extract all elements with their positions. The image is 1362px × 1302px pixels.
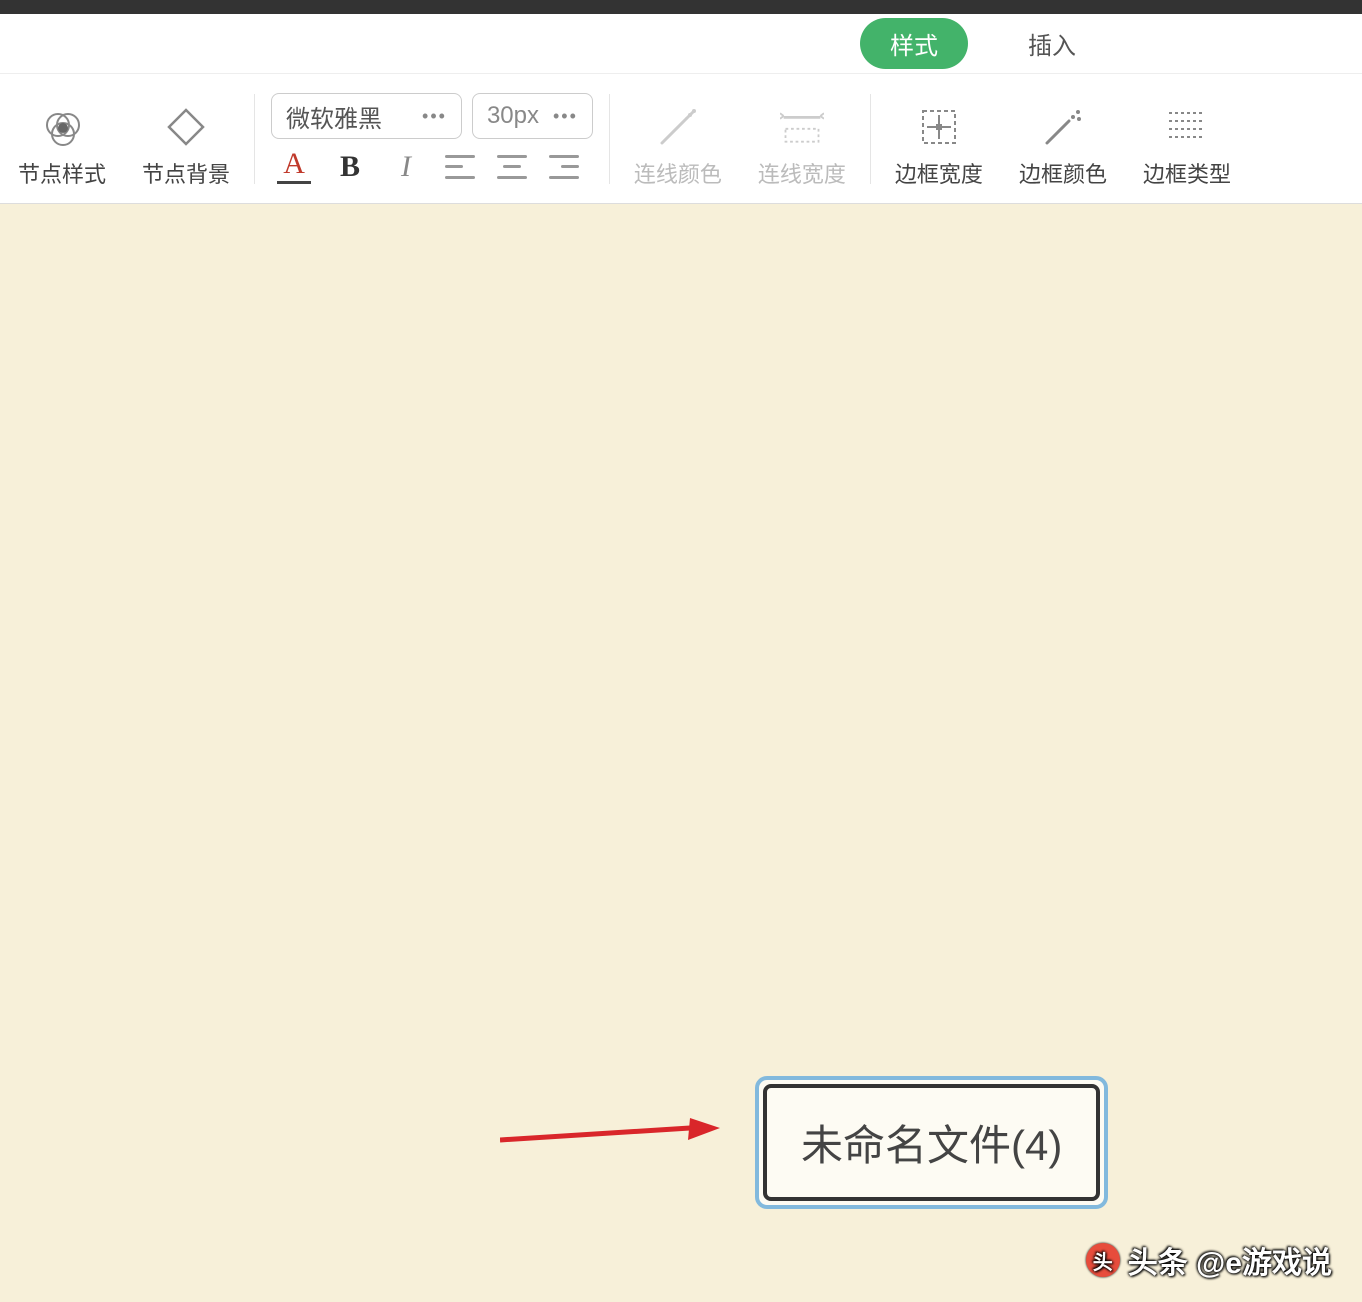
divider <box>870 94 871 184</box>
node-style-label: 节点样式 <box>18 157 106 189</box>
border-color-label: 边框颜色 <box>1019 157 1107 189</box>
align-left-button[interactable] <box>445 155 475 179</box>
canvas[interactable]: 未命名文件(4) 头 头条 @e游戏说 <box>0 204 1362 1302</box>
tab-style[interactable]: 样式 <box>860 18 968 69</box>
window-titlebar <box>0 0 1362 14</box>
watermark-text: 头条 @e游戏说 <box>1128 1238 1332 1282</box>
line-color-label: 连线颜色 <box>634 157 722 189</box>
divider <box>254 94 255 184</box>
watermark: 头 头条 @e游戏说 <box>1086 1238 1332 1282</box>
font-color-button[interactable]: A <box>277 149 311 184</box>
more-icon: ••• <box>553 106 578 127</box>
border-width-icon <box>917 105 961 149</box>
more-icon: ••• <box>422 106 447 127</box>
group-node-bg[interactable]: 节点背景 <box>124 74 248 203</box>
node-style-icon <box>40 105 84 149</box>
group-border-type[interactable]: 边框类型 <box>1125 74 1249 203</box>
group-node-style[interactable]: 节点样式 <box>0 74 124 203</box>
group-border-color[interactable]: 边框颜色 <box>1001 74 1125 203</box>
line-color-icon <box>656 105 700 149</box>
border-color-icon <box>1041 105 1085 149</box>
group-font: 微软雅黑 ••• 30px ••• A B I <box>261 74 603 203</box>
ribbon-toolbar: 节点样式 节点背景 微软雅黑 ••• 30px ••• A B I <box>0 74 1362 204</box>
line-width-icon <box>780 105 824 149</box>
group-line-width[interactable]: 连线宽度 <box>740 74 864 203</box>
bold-button[interactable]: B <box>333 150 367 184</box>
node-text[interactable]: 未命名文件(4) <box>763 1084 1100 1201</box>
divider <box>609 94 610 184</box>
group-line-color[interactable]: 连线颜色 <box>616 74 740 203</box>
node-bg-label: 节点背景 <box>142 157 230 189</box>
group-border-width[interactable]: 边框宽度 <box>877 74 1001 203</box>
tab-insert[interactable]: 插入 <box>1028 26 1076 61</box>
font-size-value: 30px <box>487 102 539 130</box>
mindmap-root-node[interactable]: 未命名文件(4) <box>755 1076 1108 1209</box>
font-size-select[interactable]: 30px ••• <box>472 93 593 139</box>
italic-button[interactable]: I <box>389 150 423 184</box>
border-type-icon <box>1165 105 1209 149</box>
font-family-value: 微软雅黑 <box>286 99 382 134</box>
ribbon-tabs: 样式 插入 <box>0 14 1362 74</box>
node-bg-icon <box>164 105 208 149</box>
border-type-label: 边框类型 <box>1143 157 1231 189</box>
border-width-label: 边框宽度 <box>895 157 983 189</box>
font-family-select[interactable]: 微软雅黑 ••• <box>271 93 462 139</box>
align-right-button[interactable] <box>549 155 579 179</box>
annotation-arrow <box>500 1114 720 1154</box>
align-center-button[interactable] <box>497 155 527 179</box>
line-width-label: 连线宽度 <box>758 157 846 189</box>
watermark-logo-icon: 头 <box>1086 1243 1120 1277</box>
